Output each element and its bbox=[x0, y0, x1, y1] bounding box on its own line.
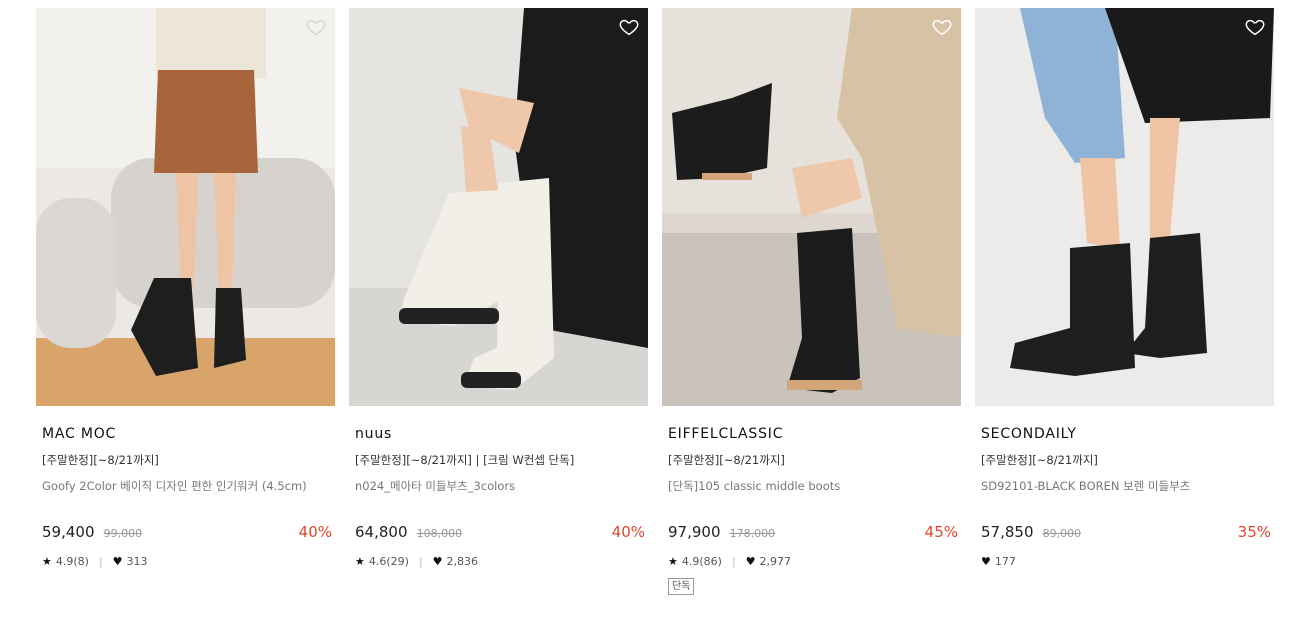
brand-name[interactable]: MAC MOC bbox=[42, 425, 332, 443]
likes-count: 2,836 bbox=[446, 555, 479, 568]
original-price: 99,000 bbox=[103, 527, 143, 540]
promo-text: [주말한정][~8/21까지] | [크림 W컨셉 단독] bbox=[355, 453, 575, 467]
divider: | bbox=[731, 555, 736, 568]
star-icon: ★ bbox=[668, 555, 678, 568]
original-price: 89,000 bbox=[1042, 527, 1082, 540]
price-row: 64,800 108,000 40% bbox=[355, 522, 645, 542]
product-image[interactable] bbox=[349, 8, 648, 406]
product-name[interactable]: SD92101-BLACK BOREN 보렌 미들부츠 bbox=[981, 478, 1271, 494]
heart-icon: ♥ bbox=[432, 555, 443, 568]
wishlist-heart-icon[interactable] bbox=[305, 16, 327, 38]
price-row: 97,900 178,000 45% bbox=[668, 522, 958, 542]
promo-text: [주말한정][~8/21까지] bbox=[981, 453, 1098, 467]
sale-price: 64,800 bbox=[355, 523, 408, 541]
sale-price: 59,400 bbox=[42, 523, 95, 541]
review-meta: ★ 4.9(8) | ♥ 313 bbox=[42, 554, 332, 570]
sale-price: 97,900 bbox=[668, 523, 721, 541]
original-price: 178,000 bbox=[729, 527, 776, 540]
discount-rate: 40% bbox=[298, 523, 332, 541]
sale-price: 57,850 bbox=[981, 523, 1034, 541]
product-image[interactable] bbox=[662, 8, 961, 406]
wishlist-heart-icon[interactable] bbox=[1244, 16, 1266, 38]
wishlist-heart-icon[interactable] bbox=[931, 16, 953, 38]
product-image[interactable] bbox=[36, 8, 335, 406]
brand-name[interactable]: SECONDAILY bbox=[981, 425, 1271, 443]
product-name[interactable]: [단독]105 classic middle boots bbox=[668, 478, 958, 494]
price-row: 57,850 89,000 35% bbox=[981, 522, 1271, 542]
discount-rate: 40% bbox=[611, 523, 645, 541]
rating-text: 4.9(86) bbox=[681, 555, 722, 568]
original-price: 108,000 bbox=[416, 527, 463, 540]
product-card[interactable]: EIFFELCLASSIC [주말한정][~8/21까지] [단독]105 cl… bbox=[662, 8, 961, 608]
likes-count: 2,977 bbox=[759, 555, 792, 568]
star-icon: ★ bbox=[355, 555, 365, 568]
brand-name[interactable]: nuus bbox=[355, 425, 645, 443]
price-row: 59,400 99,000 40% bbox=[42, 522, 332, 542]
heart-icon: ♥ bbox=[745, 555, 756, 568]
product-name[interactable]: Goofy 2Color 베이직 디자인 편한 인기워커 (4.5cm) bbox=[42, 478, 332, 494]
likes-count: 313 bbox=[126, 555, 148, 568]
divider: | bbox=[98, 555, 103, 568]
rating-text: 4.6(29) bbox=[368, 555, 409, 568]
product-card[interactable]: nuus [주말한정][~8/21까지] | [크림 W컨셉 단독] n024_… bbox=[349, 8, 648, 608]
product-grid: MAC MOC [주말한정][~8/21까지] Goofy 2Color 베이직… bbox=[36, 8, 1276, 608]
product-name[interactable]: n024_메아타 미들부츠_3colors bbox=[355, 478, 645, 494]
rating-text: 4.9(8) bbox=[55, 555, 89, 568]
promo-text: [주말한정][~8/21까지] bbox=[42, 453, 159, 467]
exclusive-badge: 단독 bbox=[668, 578, 695, 595]
product-card[interactable]: MAC MOC [주말한정][~8/21까지] Goofy 2Color 베이직… bbox=[36, 8, 335, 608]
heart-icon: ♥ bbox=[112, 555, 123, 568]
review-meta: ♥ 177 bbox=[981, 554, 1271, 570]
divider: | bbox=[418, 555, 423, 568]
discount-rate: 45% bbox=[924, 523, 958, 541]
review-meta: ★ 4.6(29) | ♥ 2,836 bbox=[355, 554, 645, 570]
brand-name[interactable]: EIFFELCLASSIC bbox=[668, 425, 958, 443]
heart-icon: ♥ bbox=[981, 555, 991, 568]
review-meta: ★ 4.9(86) | ♥ 2,977 bbox=[668, 554, 958, 570]
product-image[interactable] bbox=[975, 8, 1274, 406]
promo-text: [주말한정][~8/21까지] bbox=[668, 453, 785, 467]
star-icon: ★ bbox=[42, 555, 52, 568]
wishlist-heart-icon[interactable] bbox=[618, 16, 640, 38]
product-card[interactable]: SECONDAILY [주말한정][~8/21까지] SD92101-BLACK… bbox=[975, 8, 1274, 608]
likes-count: 177 bbox=[994, 555, 1016, 568]
discount-rate: 35% bbox=[1237, 523, 1271, 541]
